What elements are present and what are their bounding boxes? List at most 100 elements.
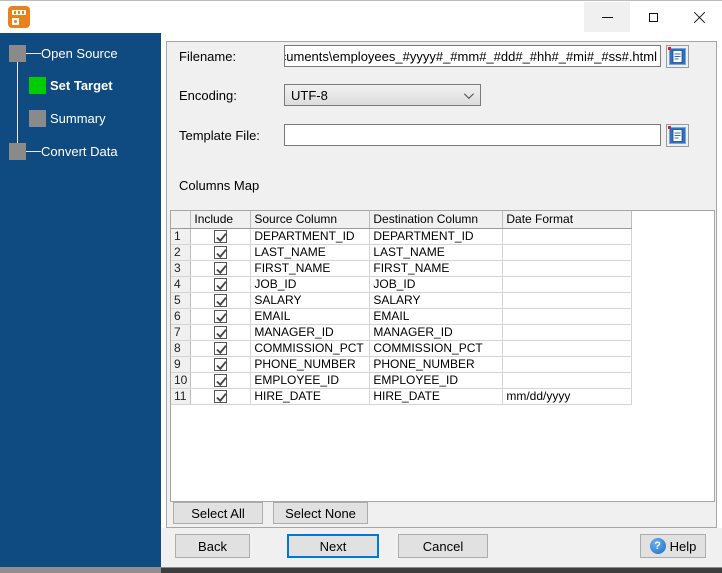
destination-column-cell[interactable]: HIRE_DATE [369,388,504,405]
minimize-button[interactable] [584,2,630,32]
include-checkbox[interactable] [214,278,228,291]
source-column-cell[interactable]: PHONE_NUMBER [250,356,371,373]
maximize-button[interactable] [630,2,676,32]
include-cell [190,244,252,261]
columns-map-grid: Include Source Column Destination Column… [170,210,715,502]
destination-column-cell[interactable]: LAST_NAME [369,244,504,261]
table-header-row: Include Source Column Destination Column… [171,211,633,229]
source-column-cell[interactable]: LAST_NAME [250,244,371,261]
columns-map-table: Include Source Column Destination Column… [171,211,633,405]
row-number: 7 [171,324,192,341]
filename-label: Filename: [179,49,237,64]
encoding-label: Encoding: [179,88,237,103]
wizard-window: Open Source Set Target Summary Convert D… [0,0,722,573]
include-checkbox[interactable] [214,246,228,259]
template-file-input[interactable] [284,124,661,146]
include-checkbox[interactable] [214,390,228,403]
step-marker-open-source [9,45,26,62]
destination-column-cell[interactable]: MANAGER_ID [369,324,504,341]
destination-column-cell[interactable]: FIRST_NAME [369,260,504,277]
main-area: Filename: h\Documents\employees_#yyyy#_#… [161,33,722,567]
include-checkbox[interactable] [214,326,228,339]
filename-input[interactable]: h\Documents\employees_#yyyy#_#mm#_#dd#_#… [284,45,661,67]
source-column-cell[interactable]: COMMISSION_PCT [250,340,371,357]
red-dot [668,47,671,50]
help-question-icon: ? [649,538,666,554]
include-checkbox[interactable] [214,294,228,307]
date-format-cell[interactable] [502,276,633,293]
select-all-button[interactable]: Select All [173,502,263,524]
table-row: 2 LAST_NAME LAST_NAME [171,244,633,261]
row-number: 11 [171,388,192,405]
step-connector-line [17,53,18,152]
help-button[interactable]: ? Help [640,534,706,558]
date-format-cell[interactable] [502,372,633,389]
title-bar [0,1,722,33]
next-button[interactable]: Next [287,534,379,558]
date-format-cell[interactable] [502,340,633,357]
source-column-cell[interactable]: EMPLOYEE_ID [250,372,371,389]
sidebar-item-convert-data[interactable]: Convert Data [41,143,118,160]
source-column-cell[interactable]: JOB_ID [250,276,371,293]
destination-column-cell[interactable]: COMMISSION_PCT [369,340,504,357]
include-cell [190,292,252,309]
cancel-button[interactable]: Cancel [398,534,488,558]
include-checkbox[interactable] [214,310,228,323]
destination-column-cell[interactable]: EMAIL [369,308,504,325]
maximize-icon [648,12,658,22]
table-row: 1 DEPARTMENT_ID DEPARTMENT_ID [171,228,633,245]
target-settings-panel: Filename: h\Documents\employees_#yyyy#_#… [166,41,717,528]
date-format-cell[interactable] [502,308,633,325]
include-header: Include [190,211,252,229]
source-column-cell[interactable]: HIRE_DATE [250,388,371,405]
table-row: 6 EMAIL EMAIL [171,308,633,325]
source-column-cell[interactable]: DEPARTMENT_ID [250,228,371,245]
include-cell [190,308,252,325]
back-button[interactable]: Back [175,534,250,558]
row-number: 1 [171,228,192,245]
date-format-cell[interactable] [502,244,633,261]
source-column-cell[interactable]: SALARY [250,292,371,309]
include-checkbox[interactable] [214,262,228,275]
destination-column-cell[interactable]: JOB_ID [369,276,504,293]
date-format-header: Date Format [502,211,633,229]
include-checkbox[interactable] [214,230,228,243]
source-column-cell[interactable]: EMAIL [250,308,371,325]
file-browse-icon [669,127,686,144]
destination-column-cell[interactable]: EMPLOYEE_ID [369,372,504,389]
red-dot [668,126,671,129]
sidebar-item-summary[interactable]: Summary [50,110,106,127]
date-format-cell[interactable] [502,356,633,373]
date-format-cell[interactable] [502,292,633,309]
select-none-button[interactable]: Select None [273,502,368,524]
source-column-cell[interactable]: FIRST_NAME [250,260,371,277]
include-cell [190,356,252,373]
date-format-cell[interactable] [502,228,633,245]
destination-column-cell[interactable]: PHONE_NUMBER [369,356,504,373]
table-row: 9 PHONE_NUMBER PHONE_NUMBER [171,356,633,373]
row-number: 8 [171,340,192,357]
file-browse-icon [669,48,686,65]
source-column-cell[interactable]: MANAGER_ID [250,324,371,341]
include-checkbox[interactable] [214,374,228,387]
sidebar-item-set-target[interactable]: Set Target [50,77,113,94]
include-cell [190,324,252,341]
destination-column-header: Destination Column [369,211,504,229]
minimize-icon [601,16,613,18]
app-icon [8,6,30,28]
encoding-select[interactable]: UTF-8 [284,84,481,106]
date-format-cell[interactable] [502,324,633,341]
table-row: 8 COMMISSION_PCT COMMISSION_PCT [171,340,633,357]
template-browse-button[interactable] [666,124,689,147]
close-button[interactable] [676,2,722,32]
date-format-cell[interactable]: mm/dd/yyyy [502,388,633,405]
row-number: 2 [171,244,192,261]
date-format-cell[interactable] [502,260,633,277]
filename-browse-button[interactable] [666,45,689,68]
sidebar-item-open-source[interactable]: Open Source [41,45,118,62]
include-checkbox[interactable] [214,342,228,355]
destination-column-cell[interactable]: SALARY [369,292,504,309]
include-checkbox[interactable] [214,358,228,371]
include-cell [190,276,252,293]
destination-column-cell[interactable]: DEPARTMENT_ID [369,228,504,245]
